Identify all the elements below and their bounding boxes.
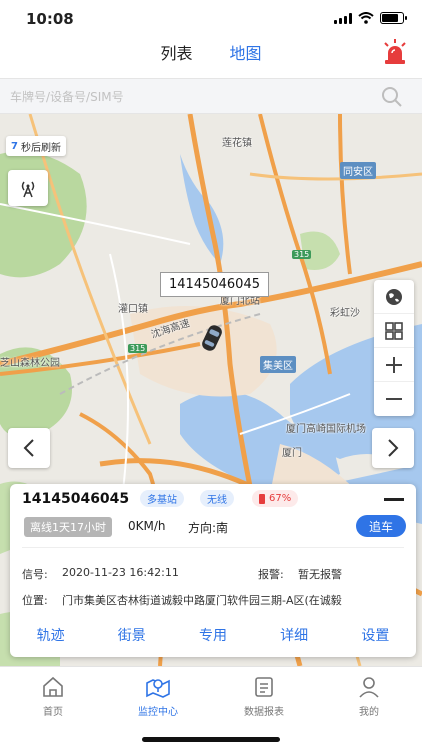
minus-icon bbox=[386, 398, 402, 400]
road-shield-315-west: 315 bbox=[128, 344, 148, 353]
cellular-signal-icon bbox=[334, 12, 352, 24]
monitor-map-icon bbox=[146, 679, 170, 698]
tab-list[interactable]: 列表 bbox=[160, 40, 192, 64]
chevron-left-icon bbox=[23, 439, 34, 457]
nav-profile[interactable]: 我的 bbox=[327, 675, 411, 718]
plus-icon bbox=[386, 356, 402, 373]
map-label-xiamen: 厦门 bbox=[282, 448, 302, 459]
previous-vehicle-button[interactable] bbox=[8, 428, 50, 468]
view-tabs: 列表 地图 bbox=[0, 40, 422, 64]
user-icon bbox=[359, 677, 379, 698]
nav-monitor-center[interactable]: 监控中心 bbox=[116, 675, 200, 718]
grid-icon bbox=[385, 321, 403, 340]
nav-reports[interactable]: 数据报表 bbox=[222, 675, 306, 718]
refresh-count: 7 bbox=[11, 140, 18, 152]
position-address: 门市集美区杏林街道诚毅中路厦门软件园三期-A区(在诚毅 bbox=[62, 594, 342, 607]
card-actions: 轨迹 街景 专用 详细 设置 bbox=[10, 623, 416, 647]
next-vehicle-button[interactable] bbox=[372, 428, 414, 468]
map-control-panel bbox=[374, 280, 414, 416]
vehicle-speed: 0KM/h bbox=[128, 519, 166, 533]
search-bar bbox=[0, 78, 422, 114]
nav-home[interactable]: 首页 bbox=[11, 675, 95, 718]
bottom-navigation: 首页 监控中心 数据报表 我的 bbox=[0, 666, 422, 750]
battery-percent: 67% bbox=[269, 493, 292, 504]
search-input[interactable] bbox=[10, 85, 370, 109]
vehicle-plate: 14145046045 bbox=[22, 491, 130, 507]
signal-label: 信号: bbox=[22, 568, 48, 581]
nav-home-label: 首页 bbox=[43, 707, 63, 718]
alarm-value: 暂无报警 bbox=[298, 568, 342, 581]
signal-tower-icon bbox=[21, 181, 35, 198]
status-bar: 10:08 bbox=[0, 0, 422, 36]
battery-icon bbox=[380, 12, 407, 24]
chase-car-button[interactable]: 追车 bbox=[356, 515, 406, 537]
map-label-tongan: 同安区 bbox=[340, 162, 376, 179]
siren-icon[interactable] bbox=[380, 38, 410, 68]
vehicle-marker-label[interactable]: 14145046045 bbox=[160, 272, 269, 297]
refresh-countdown: 7 秒后刷新 bbox=[6, 136, 66, 156]
search-icon[interactable] bbox=[380, 85, 404, 109]
signal-time: 2020-11-23 16:42:11 bbox=[62, 566, 179, 579]
status-indicators bbox=[334, 12, 407, 24]
zoom-out-button[interactable] bbox=[374, 382, 414, 416]
report-icon bbox=[255, 677, 273, 697]
settings-button[interactable]: 设置 bbox=[355, 623, 395, 647]
badge-multi-base-station: 多基站 bbox=[140, 490, 184, 507]
collapse-card-button[interactable] bbox=[384, 498, 404, 501]
map-type-button[interactable] bbox=[374, 280, 414, 314]
map-label-lianhua: 莲花镇 bbox=[222, 138, 252, 149]
map-label-guankou: 灌口镇 bbox=[118, 304, 148, 315]
street-view-button[interactable]: 街景 bbox=[112, 623, 152, 647]
road-shield-315-east: 315 bbox=[292, 250, 312, 259]
map-label-caihongsha: 彩虹沙 bbox=[330, 308, 360, 319]
nav-profile-label: 我的 bbox=[359, 707, 379, 718]
battery-level-icon bbox=[259, 493, 265, 504]
position-label: 位置: bbox=[22, 594, 48, 607]
header: 列表 地图 bbox=[0, 36, 422, 78]
home-icon bbox=[43, 676, 63, 697]
home-indicator bbox=[142, 737, 280, 742]
nav-monitor-label: 监控中心 bbox=[138, 707, 178, 718]
status-time: 10:08 bbox=[26, 10, 74, 28]
tab-map[interactable]: 地图 bbox=[230, 40, 262, 64]
offline-status: 离线1天17小时 bbox=[24, 517, 112, 537]
battery-badge: 67% bbox=[252, 490, 299, 507]
map-label-jimei: 集美区 bbox=[260, 356, 296, 373]
signal-toggle-button[interactable] bbox=[8, 170, 48, 206]
chevron-right-icon bbox=[388, 439, 399, 457]
refresh-text: 秒后刷新 bbox=[20, 142, 61, 154]
badge-wireless: 无线 bbox=[200, 490, 234, 507]
map-label-airport: 厦门高崎国际机场 bbox=[286, 424, 366, 435]
globe-icon bbox=[386, 288, 402, 305]
map-label-senlin: 芝山森林公园 bbox=[0, 358, 60, 369]
vehicle-info-card: 14145046045 多基站 无线 67% 离线1天17小时 0KM/h 方向… bbox=[10, 484, 416, 657]
card-divider bbox=[22, 547, 404, 548]
details-button[interactable]: 详细 bbox=[274, 623, 314, 647]
alarm-label: 报警: bbox=[258, 568, 284, 581]
dedicated-button[interactable]: 专用 bbox=[193, 623, 233, 647]
vehicle-direction: 方向:南 bbox=[188, 521, 229, 535]
wifi-icon bbox=[358, 12, 374, 24]
zoom-in-button[interactable] bbox=[374, 348, 414, 382]
nav-reports-label: 数据报表 bbox=[244, 707, 284, 718]
layers-button[interactable] bbox=[374, 314, 414, 348]
track-button[interactable]: 轨迹 bbox=[31, 623, 71, 647]
